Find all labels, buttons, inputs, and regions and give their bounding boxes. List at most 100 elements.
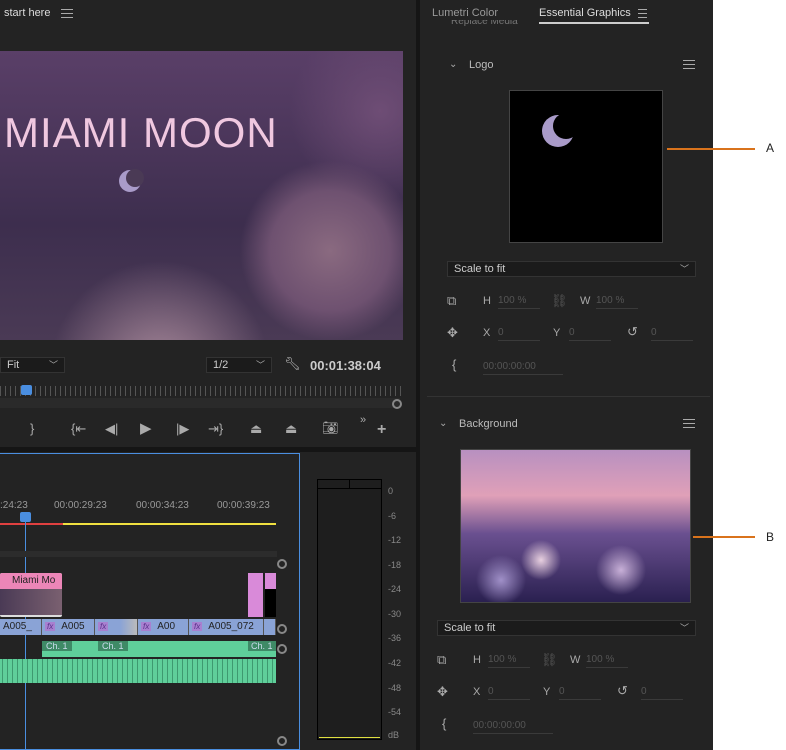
ruler-label: 00:00:29:23 [54,500,107,511]
fx-badge: fx [45,622,56,631]
video-clip[interactable] [264,619,276,635]
panel-menu-icon[interactable] [638,9,647,18]
rotation-icon: ↺ [617,683,628,698]
track-scroll-handle[interactable] [277,559,287,569]
extract-icon[interactable]: ⏏ [285,421,297,437]
w-label: W [580,295,591,307]
x-field[interactable]: 0 [498,325,540,341]
zoom-select[interactable]: Fit ﹀ [0,357,65,373]
scale-mode-select[interactable]: Scale to fit ﹀ [437,620,696,636]
scale-mode-select[interactable]: Scale to fit ﹀ [447,261,696,277]
step-back-icon[interactable]: ◀| [105,421,118,437]
playhead-marker[interactable] [21,385,32,395]
track-scroll-handle[interactable] [277,736,287,746]
audio-clip[interactable]: Ch. 1 [248,641,276,657]
h-label: H [483,295,491,307]
logo-thumbnail[interactable] [509,90,663,243]
render-bar-yellow [63,523,276,525]
collapse-chevron-icon[interactable]: ⌄ [439,418,447,429]
timecode[interactable]: 00:01:38:04 [310,358,381,373]
more-controls-icon[interactable]: » [360,414,366,426]
width-field[interactable]: 100 % [586,652,628,668]
graphic-clip-end[interactable] [265,573,276,617]
audio-waveform[interactable] [0,659,276,683]
tab-lumetri-color[interactable]: Lumetri Color [432,7,498,19]
scale-icon: ⧉ [447,293,457,308]
height-field[interactable]: 100 % [498,293,540,309]
meter-tick: -24 [388,584,402,594]
go-to-in-icon[interactable]: {⇤ [71,421,86,437]
tab-essential-graphics[interactable]: Essential Graphics [539,7,649,24]
go-to-out-icon[interactable]: ⇥} [208,421,223,437]
y-field[interactable]: 0 [569,325,611,341]
add-button-icon[interactable]: + [377,421,386,439]
program-tab[interactable]: start here [4,7,50,19]
graphic-clip-end[interactable] [248,573,263,617]
video-clip[interactable]: fx A00 [138,619,189,635]
play-icon[interactable]: ▶ [140,419,152,437]
audio-clip[interactable]: Ch. 1 [42,641,98,657]
graphic-clip[interactable]: Miami Mo [0,573,62,617]
time-field[interactable]: 00:00:00:00 [483,359,563,375]
meter-tick: -6 [388,511,397,521]
y-label: Y [553,327,561,339]
height-field[interactable]: 100 % [488,652,530,668]
track-scroll-handle[interactable] [277,644,287,654]
unlink-icon[interactable]: ⛓︎ [541,652,558,668]
divider [427,396,710,397]
zoom-scrollbar[interactable] [0,398,400,408]
unlink-icon[interactable]: ⛓︎ [551,293,568,309]
collapse-chevron-icon[interactable]: ⌄ [449,59,457,70]
replace-media-label[interactable]: Replace Media [451,20,518,28]
fx-badge: fx [98,622,109,631]
w-label: W [570,654,581,666]
scroll-handle[interactable] [392,399,402,409]
meter-tick: dB [388,730,400,740]
section-title: Logo [469,59,494,71]
background-thumbnail[interactable] [460,449,691,603]
time-field[interactable]: 00:00:00:00 [473,718,553,734]
callout-b: B [766,530,775,544]
section-menu-icon[interactable] [683,419,695,428]
panel-menu-icon[interactable] [61,9,73,18]
callout-line-b [693,536,755,538]
meter-tick: -42 [388,658,402,668]
ruler-label: 00:00:34:23 [136,500,189,511]
section-menu-icon[interactable] [683,60,695,69]
video-clip[interactable]: fx [95,619,138,635]
rotation-field[interactable]: 0 [641,684,683,700]
playhead-ruler[interactable] [0,386,403,396]
meter-tick: -18 [388,560,402,570]
wrench-icon[interactable]: 🔧︎ [284,356,301,372]
fx-badge: fx [192,622,203,631]
audio-meter [317,479,382,740]
moon-logo [119,169,180,237]
rotation-field[interactable]: 0 [651,325,693,341]
y-label: Y [543,686,551,698]
audio-clip[interactable]: Ch. 1 [98,641,248,657]
lift-icon[interactable]: ⏏ [250,421,262,437]
step-forward-icon[interactable]: |▶ [176,421,189,437]
meter-tick: -36 [388,633,402,643]
time-icon: { [442,716,447,731]
track-scrollbar[interactable] [0,551,277,557]
video-clip[interactable]: fx A005_072 [189,619,264,635]
meter-tick: 0 [388,486,394,496]
export-frame-camera-icon[interactable]: 📷︎ [322,420,339,436]
position-icon: ✥ [447,325,458,340]
resolution-select[interactable]: 1/2 ﹀ [206,357,272,373]
y-field[interactable]: 0 [559,684,601,700]
meter-tick: -12 [388,535,402,545]
width-field[interactable]: 100 % [596,293,638,309]
video-clip[interactable]: A005_ [0,619,42,635]
track-scroll-handle[interactable] [277,624,287,634]
rotation-icon: ↺ [627,324,638,339]
mark-out-icon[interactable]: } [30,421,34,436]
video-clip[interactable]: fx A005 [42,619,95,635]
render-bar-red [0,523,63,525]
position-icon: ✥ [437,684,448,699]
x-field[interactable]: 0 [488,684,530,700]
callout-line-a [667,148,755,150]
section-title: Background [459,418,518,430]
video-preview: MIAMI MOON [0,51,403,340]
